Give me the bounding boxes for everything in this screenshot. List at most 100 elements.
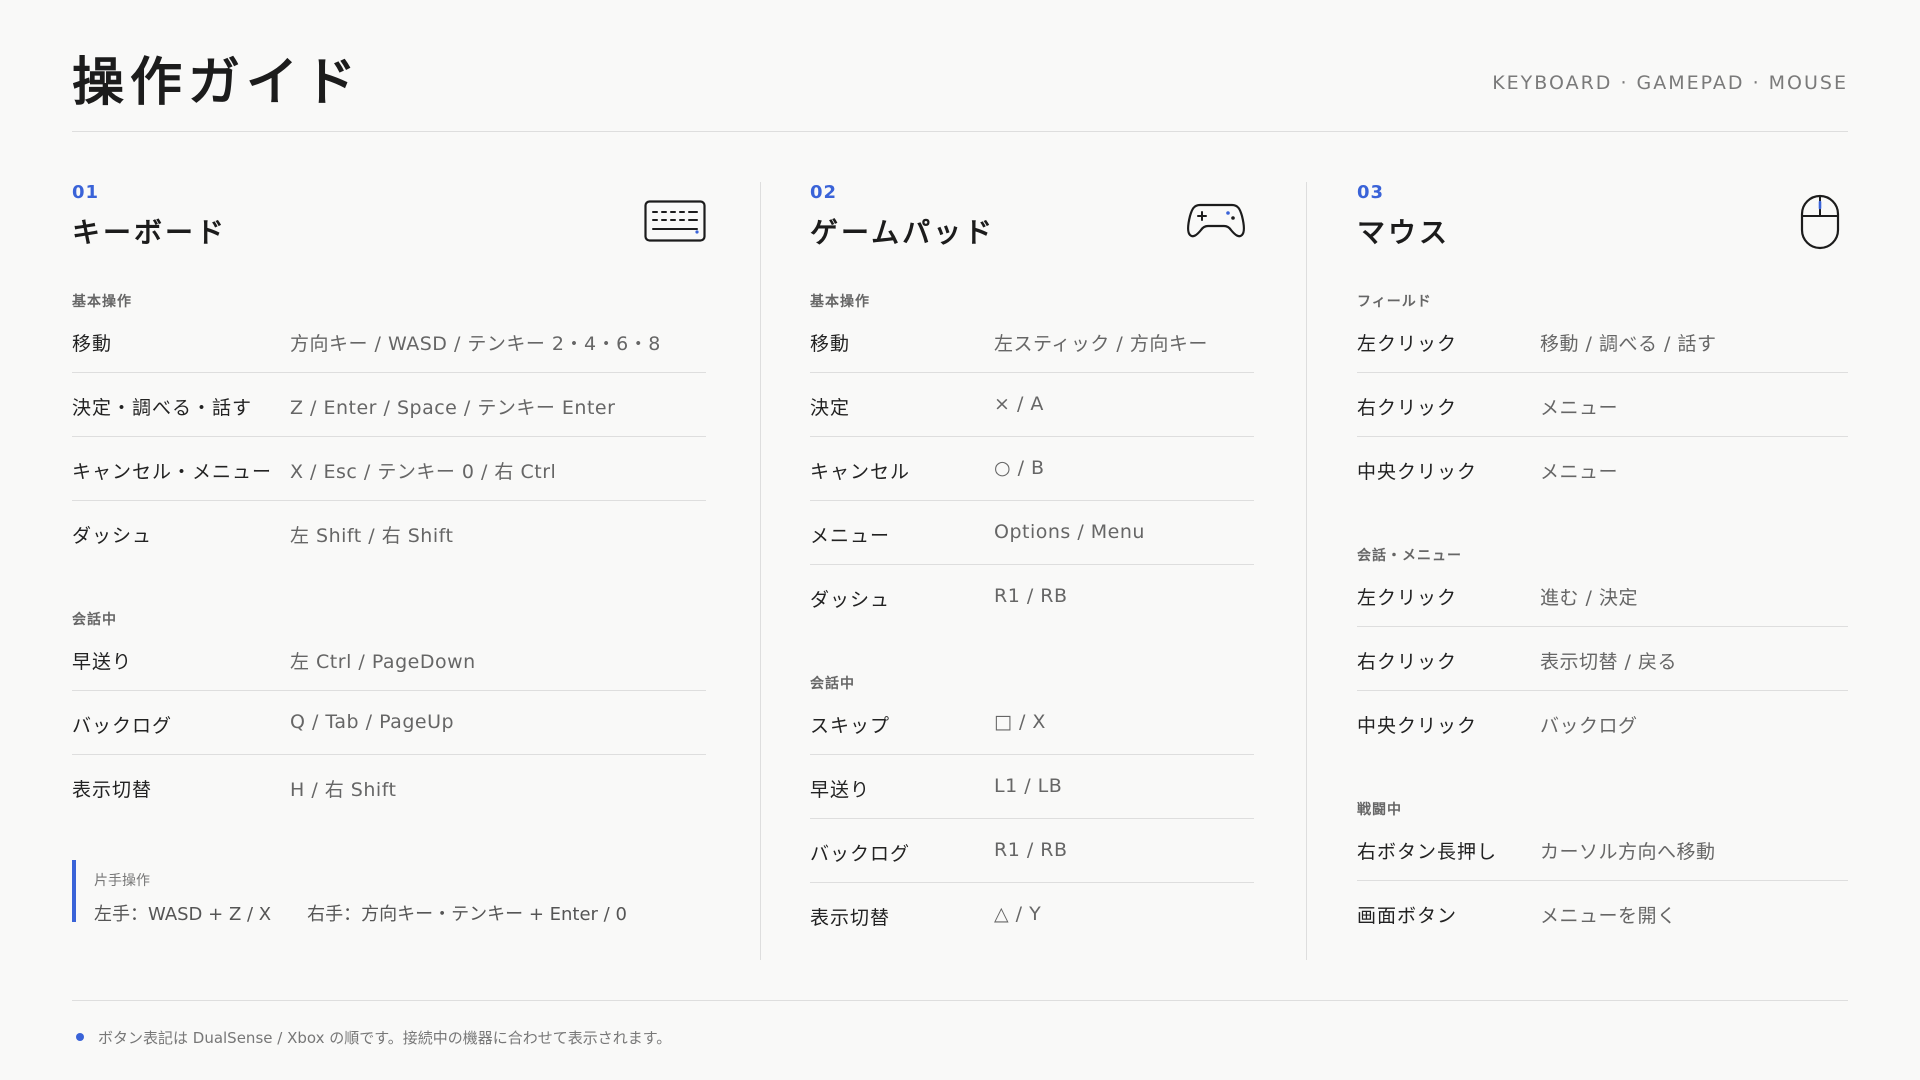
footer-note: ボタン表記は DualSense / Xbox の順です。接続中の機器に合わせて… bbox=[98, 1029, 672, 1047]
action-label: 画面ボタン bbox=[1357, 905, 1458, 927]
page-header: 操作ガイド KEYBOARD · GAMEPAD · MOUSE bbox=[72, 36, 1848, 132]
action-label: 右クリック bbox=[1357, 651, 1458, 673]
group-basic: 基本操作 移動 左スティック / 方向キー 決定 × / A キャンセル ○ / B … bbox=[810, 291, 1254, 629]
action-label: 中央クリック bbox=[1357, 715, 1478, 737]
action-label: 表示切替 bbox=[72, 779, 153, 801]
action-label: 早送り bbox=[72, 651, 133, 673]
note-label: 片手操作 bbox=[94, 873, 150, 889]
action-label: ダッシュ bbox=[72, 525, 153, 547]
control-row: ダッシュ 左 Shift / 右 Shift bbox=[72, 501, 706, 565]
control-row: キャンセル ○ / B bbox=[810, 437, 1254, 501]
action-label: ダッシュ bbox=[810, 589, 891, 611]
section-title: キーボード bbox=[72, 216, 228, 249]
action-label: メニュー bbox=[810, 525, 891, 547]
group-conversation: 会話中 スキップ □ / X 早送り L1 / LB バックログ R1 / RB 表示… bbox=[810, 673, 1254, 947]
key-binding: 左 Ctrl / PageDown bbox=[290, 651, 476, 673]
mouse-section: 03 マウス フィールド 左クリック 移動 / 調べる / 話す 右クリック メニュ… bbox=[1357, 182, 1848, 945]
note-text: 左手：WASD + Z / X 右手：方向キー・テンキー + Enter / 0 bbox=[94, 900, 706, 926]
control-row: 表示切替 H / 右 Shift bbox=[72, 755, 706, 819]
control-row: バックログ R1 / RB bbox=[810, 819, 1254, 883]
action-label: 決定 bbox=[810, 397, 851, 419]
control-row: 決定 × / A bbox=[810, 373, 1254, 437]
section-number: 03 bbox=[1357, 182, 1385, 203]
column-divider bbox=[760, 182, 761, 960]
key-binding: バックログ bbox=[1540, 715, 1638, 737]
control-row: 早送り 左 Ctrl / PageDown bbox=[72, 627, 706, 691]
key-binding: メニュー bbox=[1540, 461, 1619, 483]
group-basic: 基本操作 移動 方向キー / WASD / テンキー 2・4・6・8 決定・調べる… bbox=[72, 291, 706, 565]
note-right-hand: 右手：方向キー・テンキー + Enter / 0 bbox=[307, 904, 627, 925]
control-row: 早送り L1 / LB bbox=[810, 755, 1254, 819]
group-conversation-menu: 会話・メニュー 左クリック 進む / 決定 右クリック 表示切替 / 戻る 中央クリ… bbox=[1357, 545, 1848, 755]
action-label: キャンセル bbox=[810, 461, 911, 483]
control-row: 左クリック 進む / 決定 bbox=[1357, 563, 1848, 627]
action-label: バックログ bbox=[72, 715, 173, 737]
key-binding: ○ / B bbox=[994, 457, 1045, 479]
one-hand-note: 片手操作 左手：WASD + Z / X 右手：方向キー・テンキー + Enter… bbox=[72, 860, 706, 925]
section-title: マウス bbox=[1357, 216, 1451, 249]
key-binding: Options / Menu bbox=[994, 521, 1145, 543]
action-label: 右ボタン長押し bbox=[1357, 841, 1498, 863]
control-row: 決定・調べる・話す Z / Enter / Space / テンキー Enter bbox=[72, 373, 706, 437]
keyboard-section: 01 キーボード 基本操作 移動 方向キー / WASD / テンキー 2・4・6… bbox=[72, 182, 706, 819]
page-footer: ボタン表記は DualSense / Xbox の順です。接続中の機器に合わせて… bbox=[72, 1000, 1848, 1080]
group-battle: 戦闘中 右ボタン長押し カーソル方向へ移動 画面ボタン メニューを開く bbox=[1357, 799, 1848, 945]
control-row: 右クリック メニュー bbox=[1357, 373, 1848, 437]
action-label: 移動 bbox=[810, 333, 851, 355]
control-row: キャンセル・メニュー X / Esc / テンキー 0 / 右 Ctrl bbox=[72, 437, 706, 501]
note-left-hand: 左手：WASD + Z / X bbox=[94, 904, 272, 925]
column-divider bbox=[1306, 182, 1307, 960]
key-binding: 方向キー / WASD / テンキー 2・4・6・8 bbox=[290, 333, 661, 355]
key-binding: X / Esc / テンキー 0 / 右 Ctrl bbox=[290, 461, 557, 483]
page-subtitle: KEYBOARD · GAMEPAD · MOUSE bbox=[1492, 72, 1848, 94]
key-binding: × / A bbox=[994, 393, 1044, 415]
key-binding: 左 Shift / 右 Shift bbox=[290, 525, 454, 547]
key-binding: L1 / LB bbox=[994, 775, 1063, 797]
action-label: 右クリック bbox=[1357, 397, 1458, 419]
key-binding: カーソル方向へ移動 bbox=[1540, 841, 1716, 863]
section-number: 01 bbox=[72, 182, 100, 203]
control-row: 中央クリック バックログ bbox=[1357, 691, 1848, 755]
key-binding: メニュー bbox=[1540, 397, 1619, 419]
key-binding: R1 / RB bbox=[994, 585, 1068, 607]
key-binding: Z / Enter / Space / テンキー Enter bbox=[290, 397, 616, 419]
key-binding: 左スティック / 方向キー bbox=[994, 333, 1208, 355]
key-binding: □ / X bbox=[994, 711, 1046, 733]
control-row: 画面ボタン メニューを開く bbox=[1357, 881, 1848, 945]
group-field: フィールド 左クリック 移動 / 調べる / 話す 右クリック メニュー 中央クリッ… bbox=[1357, 291, 1848, 501]
group-label: 戦闘中 bbox=[1357, 802, 1402, 818]
action-label: 決定・調べる・話す bbox=[72, 397, 253, 419]
control-row: 左クリック 移動 / 調べる / 話す bbox=[1357, 309, 1848, 373]
action-label: 早送り bbox=[810, 779, 871, 801]
gamepad-section: 02 ゲームパッド 基本操作 移動 左スティック / 方向キー 決定 × / A キ… bbox=[810, 182, 1254, 947]
key-binding: H / 右 Shift bbox=[290, 779, 397, 801]
action-label: 中央クリック bbox=[1357, 461, 1478, 483]
key-binding: メニューを開く bbox=[1540, 905, 1677, 927]
group-label: 基本操作 bbox=[72, 294, 132, 310]
control-row: 移動 左スティック / 方向キー bbox=[810, 309, 1254, 373]
control-row: バックログ Q / Tab / PageUp bbox=[72, 691, 706, 755]
group-label: 会話・メニュー bbox=[1357, 548, 1462, 564]
bullet-icon bbox=[76, 1033, 84, 1041]
control-row: 中央クリック メニュー bbox=[1357, 437, 1848, 501]
mouse-icon bbox=[1800, 194, 1840, 254]
action-label: 表示切替 bbox=[810, 907, 891, 929]
action-label: スキップ bbox=[810, 715, 891, 737]
action-label: 移動 bbox=[72, 333, 113, 355]
action-label: バックログ bbox=[810, 843, 911, 865]
page-title: 操作ガイド bbox=[72, 53, 363, 113]
action-label: 左クリック bbox=[1357, 587, 1458, 609]
control-row: 移動 方向キー / WASD / テンキー 2・4・6・8 bbox=[72, 309, 706, 373]
control-row: スキップ □ / X bbox=[810, 691, 1254, 755]
group-conversation: 会話中 早送り 左 Ctrl / PageDown バックログ Q / Tab / … bbox=[72, 609, 706, 819]
key-binding: 表示切替 / 戻る bbox=[1540, 651, 1677, 673]
action-label: キャンセル・メニュー bbox=[72, 461, 273, 483]
control-row: 右クリック 表示切替 / 戻る bbox=[1357, 627, 1848, 691]
gamepad-icon bbox=[1186, 200, 1246, 244]
key-binding: 移動 / 調べる / 話す bbox=[1540, 333, 1717, 355]
group-label: フィールド bbox=[1357, 294, 1432, 310]
control-row: ダッシュ R1 / RB bbox=[810, 565, 1254, 629]
control-row: メニュー Options / Menu bbox=[810, 501, 1254, 565]
key-binding: 進む / 決定 bbox=[1540, 587, 1638, 609]
controls-guide-page: 操作ガイド KEYBOARD · GAMEPAD · MOUSE 01 キーボー… bbox=[0, 0, 1920, 1080]
